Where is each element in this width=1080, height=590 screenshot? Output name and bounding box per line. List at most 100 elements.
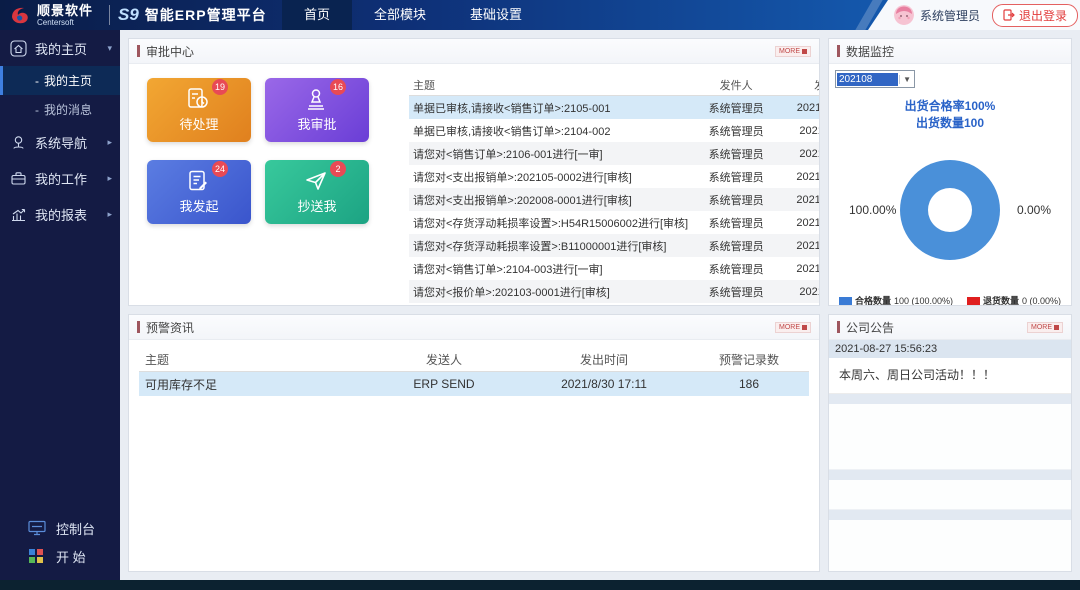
announcements-panel: 公司公告 MORE 2021-08-27 15:56:23本周六、周日公司活动！… [828, 314, 1072, 572]
cell-sender: 系统管理员 [688, 123, 784, 139]
sidebar-item-我的工作[interactable]: 我的工作 ▸ [0, 160, 120, 196]
column-header-发出时间: 发出时间 [784, 77, 820, 93]
sidebar-item-我的主页[interactable]: 我的主页▾ [0, 30, 120, 66]
alerts-header: 预警资讯 MORE [129, 315, 819, 340]
period-select[interactable]: 202108 ▼ [835, 70, 915, 88]
table-row[interactable]: 请您对<存货浮动耗损率设置>:H54R15006002进行[审核]系统管理员20… [409, 211, 820, 234]
sidebar-item-我的报表[interactable]: 我的报表▸ [0, 196, 120, 232]
cell-time: 2021/6/5 14:58 [784, 148, 820, 160]
cell-sender: ERP SEND [369, 377, 519, 391]
column-header-发出时间: 发出时间 [519, 351, 689, 368]
report-icon [10, 206, 27, 223]
app-title: 智能ERP管理平台 [145, 5, 267, 25]
cell-time: 2021/4/23 14:06 [784, 263, 820, 275]
sidebar-subitem-我的消息[interactable]: 我的消息 [0, 95, 120, 124]
approval-table: 主题发件人发出时间 单据已审核,请接收<销售订单>:2105-001系统管理员2… [409, 74, 820, 303]
tile-我审批[interactable]: 16 我审批 [265, 78, 369, 142]
column-header-发送人: 发送人 [369, 351, 519, 368]
tile-我发起[interactable]: 24 我发起 [147, 160, 251, 224]
table-row[interactable]: 请您对<销售订单>:2106-001进行[一审]系统管理员2021/6/5 14… [409, 142, 820, 165]
approval-more-button[interactable]: MORE [775, 46, 811, 57]
cell-sender: 系统管理员 [688, 238, 784, 254]
tile-label: 待处理 [179, 114, 218, 133]
cell-subject: 请您对<支出报销单>:202008-0001进行[审核] [409, 192, 688, 208]
logout-icon [1003, 9, 1015, 21]
cell-time: 2021/8/30 17:11 [519, 377, 689, 391]
more-grid-icon [1054, 325, 1059, 330]
logout-button[interactable]: 退出登录 [992, 4, 1078, 27]
sidebar-menu: 我的主页▾我的主页我的消息系统导航▸我的工作▸我的报表▸ [0, 30, 120, 232]
sidebar-footer: 控制台开 始 [0, 514, 120, 580]
table-row[interactable]: 单据已审核,请接收<销售订单>:2104-002系统管理员2021/8/5 16… [409, 119, 820, 142]
table-row[interactable]: 请您对<报价单>:202103-0001进行[审核]系统管理员2021/3/3 … [409, 280, 820, 303]
tab-基础设置[interactable]: 基础设置 [448, 0, 544, 30]
alert-row[interactable]: 可用库存不足ERP SEND2021/8/30 17:11186 [139, 372, 809, 396]
title-marker [837, 321, 840, 333]
sidebar-item-系统导航[interactable]: 系统导航 ▸ [0, 124, 120, 160]
cell-time: 2021/5/21 16:13 [784, 240, 820, 252]
todo-doc-clock-icon: 19 [186, 87, 212, 111]
tile-label: 抄送我 [297, 196, 336, 215]
table-row[interactable]: 请您对<存货浮动耗损率设置>:B11000001进行[审核]系统管理员2021/… [409, 234, 820, 257]
alerts-more-button[interactable]: MORE [775, 322, 811, 333]
sidebar-item-label: 系统导航 [35, 133, 87, 152]
cell-subject: 请您对<报价单>:202103-0001进行[审核] [409, 284, 688, 300]
briefcase-icon [10, 170, 27, 187]
table-row[interactable]: 请您对<支出报销单>:202105-0002进行[审核]系统管理员2021/5/… [409, 165, 820, 188]
more-grid-icon [802, 325, 807, 330]
user-avatar[interactable] [894, 5, 914, 25]
chevron-right-icon: ▸ [107, 137, 112, 148]
announcements-title: 公司公告 [846, 319, 894, 336]
table-row[interactable]: 单据已审核,请接收<销售订单>:2105-001系统管理员2021/8/14 1… [409, 96, 820, 119]
cell-sender: 系统管理员 [688, 146, 784, 162]
main-content: 审批中心 MORE 19待处理16我审批24我发起2抄送我 主题发件人发出时间 … [120, 30, 1080, 580]
column-header-发件人: 发件人 [688, 77, 784, 93]
cell-count: 186 [689, 377, 809, 391]
tab-首页[interactable]: 首页 [282, 0, 352, 30]
alerts-table-rows: 可用库存不足ERP SEND2021/8/30 17:11186 [139, 372, 809, 396]
announcements-header: 公司公告 MORE [829, 315, 1071, 340]
approval-table-header: 主题发件人发出时间 [409, 74, 820, 96]
count-badge: 24 [212, 161, 228, 177]
announcement-timestamp: 2021-08-27 15:56:23 [829, 340, 1071, 358]
sidebar-item-label: 我的主页 [35, 39, 87, 58]
user-name: 系统管理员 [920, 7, 980, 24]
sidebar-item-label: 我的工作 [35, 169, 87, 188]
stamp-icon: 16 [304, 87, 330, 111]
tile-待处理[interactable]: 19 待处理 [147, 78, 251, 142]
legend-swatch [839, 297, 852, 305]
donut-hole [928, 188, 972, 232]
table-row[interactable]: 请您对<销售订单>:2104-003进行[一审]系统管理员2021/4/23 1… [409, 257, 820, 280]
cell-sender: 系统管理员 [688, 169, 784, 185]
legend-value: 0 (0.00%) [1022, 296, 1061, 306]
sidebar-footer-控制台[interactable]: 控制台 [0, 514, 120, 542]
cell-subject: 单据已审核,请接收<销售订单>:2105-001 [409, 100, 688, 116]
chevron-down-icon: ▼ [899, 75, 914, 84]
sidebar-subitem-我的主页[interactable]: 我的主页 [0, 66, 120, 95]
footer-label: 开 始 [56, 547, 86, 566]
announcement-content[interactable]: 本周六、周日公司活动！！！ [829, 358, 1071, 394]
empty-slot [829, 480, 1071, 510]
alerts-body: 主题发送人发出时间预警记录数 可用库存不足ERP SEND2021/8/30 1… [129, 340, 819, 571]
column-header-主题: 主题 [409, 77, 688, 93]
cell-time: 2021/5/22 17:41 [784, 171, 820, 183]
table-row[interactable]: 请您对<支出报销单>:202008-0001进行[审核]系统管理员2021/5/… [409, 188, 820, 211]
chevron-right-icon: ▸ [107, 173, 112, 184]
tile-label: 我发起 [179, 196, 218, 215]
cell-sender: 系统管理员 [688, 215, 784, 231]
logo-subtitle: Centersoft [37, 19, 93, 27]
more-label: MORE [779, 324, 800, 331]
announcements-more-button[interactable]: MORE [1027, 322, 1063, 333]
tile-抄送我[interactable]: 2抄送我 [265, 160, 369, 224]
tile-label: 我审批 [297, 114, 336, 133]
column-header-预警记录数: 预警记录数 [689, 351, 809, 368]
approval-center-panel: 审批中心 MORE 19待处理16我审批24我发起2抄送我 主题发件人发出时间 … [128, 38, 820, 306]
top-nav-tabs: 首页全部模块基础设置 [282, 0, 544, 30]
pass-rate-text: 出货合格率100% [835, 98, 1065, 115]
tab-全部模块[interactable]: 全部模块 [352, 0, 448, 30]
approval-body: 19 待处理 16 我审批 24 我发起 2抄送我 主题发件人发出时间 单据已审核,请接收<… [129, 64, 819, 306]
logo-divider [109, 5, 110, 25]
title-marker [137, 45, 140, 57]
title-marker [137, 321, 140, 333]
sidebar-footer-开始[interactable]: 开 始 [0, 542, 120, 570]
